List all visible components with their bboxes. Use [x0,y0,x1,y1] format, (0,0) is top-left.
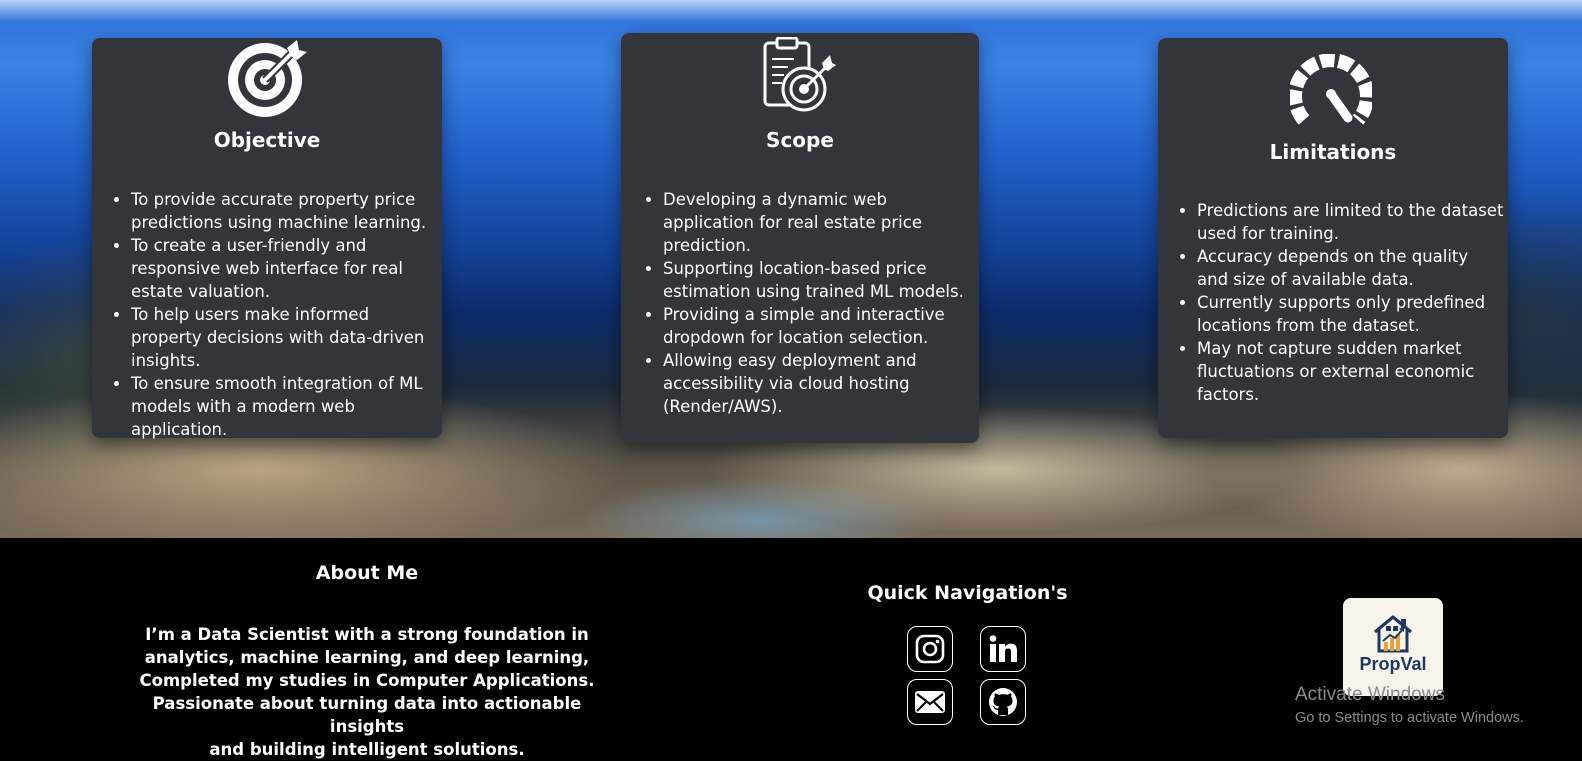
limitations-list: Predictions are limited to the dataset u… [1177,199,1504,406]
list-item: To create a user-friendly and responsive… [131,234,438,303]
list-item: Accuracy depends on the quality and size… [1197,245,1504,291]
limitations-title: Limitations [1269,140,1397,164]
list-item: To ensure smooth integration of ML model… [131,372,438,441]
gauge-icon [1290,54,1372,125]
about-line: analytics, machine learning, and deep le… [144,648,590,667]
objective-card: Objective To provide accurate property p… [92,38,442,441]
about-text: I’m a Data Scientist with a strong found… [130,623,604,761]
target-arrow-icon [228,40,307,117]
activate-windows-title: Activate Windows [1295,684,1445,705]
github-icon [989,688,1017,716]
about-line: Passionate about turning data into actio… [152,694,582,736]
clipboard-target-icon [763,37,836,112]
footer: About Me I’m a Data Scientist with a str… [0,538,1582,759]
list-item: Allowing easy deployment and accessibili… [663,349,973,418]
linkedin-link[interactable] [980,626,1026,672]
about-line: Completed my studies in Computer Applica… [139,671,595,690]
list-item: To provide accurate property price predi… [131,188,438,234]
about-title: About Me [315,562,419,584]
scope-card: Scope Developing a dynamic web applicati… [621,33,979,443]
email-link[interactable] [907,679,953,725]
logo-text: PropVal [1359,654,1427,674]
scope-title: Scope [766,128,834,152]
limitations-card: Limitations Predictions are limited to t… [1158,38,1508,438]
list-item: May not capture sudden market fluctuatio… [1197,337,1504,406]
objective-title: Objective [213,128,321,152]
propval-logo[interactable]: PropVal [1343,598,1443,696]
list-item: To help users make informed property dec… [131,303,438,372]
github-link[interactable] [980,679,1026,725]
quick-navigation-title: Quick Navigation's [867,582,1068,604]
list-item: Developing a dynamic web application for… [663,188,973,257]
scope-list: Developing a dynamic web application for… [643,188,973,418]
house-chart-icon [1373,615,1413,653]
linkedin-icon [989,635,1017,662]
list-item: Currently supports only predefined locat… [1197,291,1504,337]
instagram-link[interactable] [907,626,953,672]
list-item: Predictions are limited to the dataset u… [1197,199,1504,245]
objective-list: To provide accurate property price predi… [111,188,438,441]
mail-icon [915,691,945,713]
about-line: I’m a Data Scientist with a strong found… [145,625,589,644]
activate-windows-subtitle: Go to Settings to activate Windows. [1295,710,1524,726]
list-item: Providing a simple and interactive dropd… [663,303,973,349]
about-line: and building intelligent solutions. [209,740,525,759]
instagram-icon [915,634,945,664]
list-item: Supporting location-based price estimati… [663,257,973,303]
